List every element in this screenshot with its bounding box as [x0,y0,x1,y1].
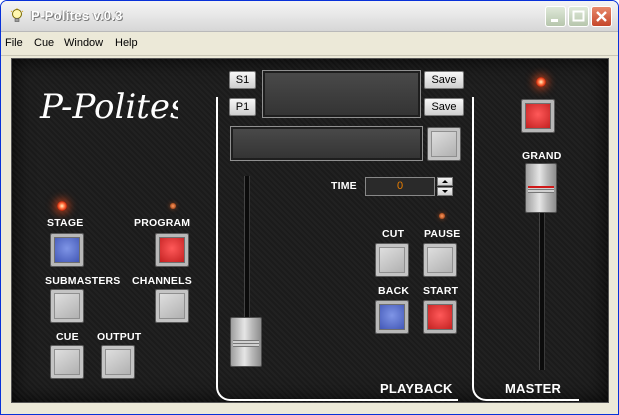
time-input[interactable]: 0 [365,177,435,196]
s1-button[interactable]: S1 [229,71,256,89]
grand-fader-knob[interactable] [525,163,557,213]
back-button[interactable] [375,300,409,334]
menu-help[interactable]: Help [115,37,138,49]
close-icon [596,11,607,22]
cue-action-button[interactable] [427,127,461,161]
cue-label: CUE [56,331,79,343]
save-p1-button[interactable]: Save [424,98,464,116]
submasters-button[interactable] [50,289,84,323]
svg-text:P-Polites: P-Polites [39,87,178,127]
cut-label: CUT [382,228,405,240]
fader-indicator-line [528,186,554,188]
master-bracket [472,97,579,401]
cue-button[interactable] [50,345,84,379]
close-button[interactable] [591,6,612,27]
menu-bar: File Cue Window Help [1,32,618,56]
master-blackout-button[interactable] [521,99,555,133]
channels-button[interactable] [155,289,189,323]
cut-button[interactable] [375,243,409,277]
save-s1-button[interactable]: Save [424,71,464,89]
maximize-icon [572,10,585,22]
title-bar[interactable]: P-Polites v.0.3 [1,1,618,32]
output-button[interactable] [101,345,135,379]
chevron-up-icon [442,180,448,183]
master-section-label: MASTER [505,381,562,396]
cue-name-display [230,126,423,161]
master-led [536,77,546,87]
grand-label: GRAND [522,150,562,162]
chevron-down-icon [442,190,448,193]
time-label: TIME [331,180,357,192]
scene-display [262,70,421,118]
minimize-icon [551,19,558,22]
program-label: PROGRAM [134,217,191,229]
time-up-button[interactable] [437,177,453,186]
pause-button[interactable] [423,243,457,277]
minimize-button[interactable] [545,6,566,27]
pause-led [439,213,445,219]
playback-section-label: PLAYBACK [380,381,453,396]
p1-button[interactable]: P1 [229,98,256,116]
time-down-button[interactable] [437,187,453,196]
lightbulb-icon [10,8,24,22]
program-button[interactable] [155,233,189,267]
app-logo: P-Polites [39,87,178,127]
menu-cue[interactable]: Cue [34,37,54,49]
playback-fader-knob[interactable] [230,317,262,367]
start-button[interactable] [423,300,457,334]
menu-window[interactable]: Window [64,37,103,49]
channels-label: CHANNELS [132,275,192,287]
stage-label: STAGE [47,217,84,229]
stage-led [57,201,67,211]
output-label: OUTPUT [97,331,142,343]
program-led [170,203,176,209]
back-label: BACK [378,285,410,297]
window-title: P-Polites v.0.3 [31,8,123,23]
maximize-button[interactable] [568,6,589,27]
submasters-label: SUBMASTERS [45,275,121,287]
start-label: START [423,285,459,297]
stage-button[interactable] [50,233,84,267]
pause-label: PAUSE [424,228,461,240]
menu-file[interactable]: File [5,37,23,49]
